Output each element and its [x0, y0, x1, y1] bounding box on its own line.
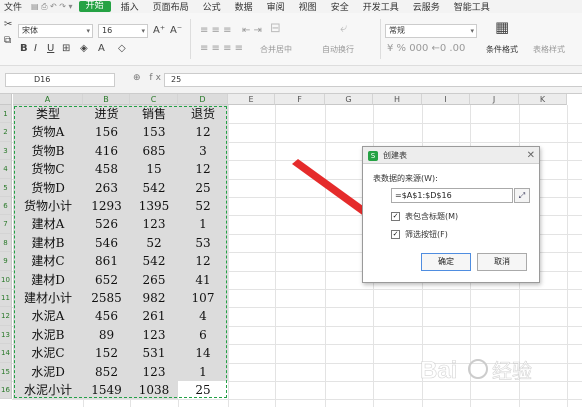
- wps-logo-icon: S: [368, 151, 378, 161]
- svg-text:经验: 经验: [492, 359, 532, 383]
- source-label: 表数据的来源(W):: [373, 174, 438, 183]
- dialog-title: S 创建表 ✕: [363, 147, 539, 164]
- range-input[interactable]: =$A$1:$D$16: [391, 188, 513, 203]
- cancel-button[interactable]: 取消: [477, 253, 527, 271]
- filter-buttons-checkbox[interactable]: ✓: [391, 230, 400, 239]
- range-picker-icon[interactable]: ⤢: [514, 188, 530, 203]
- create-table-dialog: S 创建表 ✕ 表数据的来源(W): =$A$1:$D$16 ⤢ ✓ 表包含标题…: [362, 146, 540, 283]
- has-headers-checkbox[interactable]: ✓: [391, 212, 400, 221]
- baidu-watermark: Bai 经验: [420, 357, 532, 385]
- close-icon[interactable]: ✕: [527, 147, 535, 164]
- has-headers-label: 表包含标题(M): [405, 212, 459, 221]
- filter-buttons-label: 筛选按钮(F): [405, 230, 448, 239]
- ok-button[interactable]: 确定: [421, 253, 471, 271]
- svg-text:Bai: Bai: [420, 357, 457, 384]
